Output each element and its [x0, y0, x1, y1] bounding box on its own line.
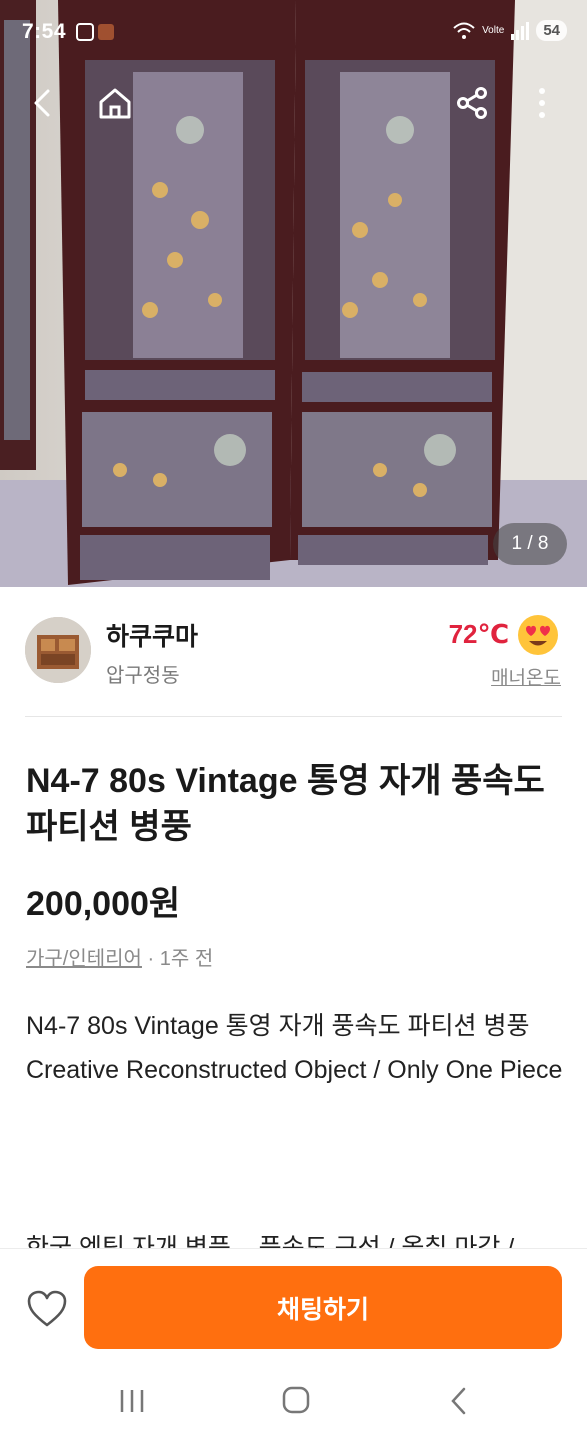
home-button[interactable] — [92, 80, 138, 126]
heart-eyes-emoji-icon — [518, 615, 558, 655]
home-nav-icon[interactable] — [276, 1384, 316, 1418]
category-link[interactable]: 가구/인테리어 — [26, 948, 142, 970]
status-right: Volte 54 — [452, 20, 567, 41]
heart-icon — [27, 1290, 67, 1327]
avatar[interactable] — [25, 617, 91, 683]
bottom-action-bar: 채팅하기 — [0, 1248, 587, 1360]
folding-screen-image — [0, 0, 587, 587]
description-line: Creative Reconstructed Object / Only One… — [26, 1056, 563, 1084]
image-counter: 1 / 8 — [493, 523, 567, 565]
recents-icon[interactable] — [112, 1384, 152, 1418]
time-ago: · 1주 전 — [147, 948, 214, 970]
system-navigation-bar — [0, 1360, 587, 1440]
manner-temperature-label[interactable]: 매너온도 — [491, 663, 561, 690]
status-time: 7:54 — [22, 20, 67, 43]
description-line-truncated: 한국 엔틱 자개 병풍 – 풍속도 구성 / 옻칠 마감 / — [26, 1234, 515, 1248]
battery-indicator: 54 — [536, 20, 567, 41]
seller-location: 압구정동 — [106, 665, 180, 687]
avatar-image — [25, 617, 91, 683]
seller-name[interactable]: 하쿠쿠마 — [106, 617, 198, 653]
description-line: N4-7 80s Vintage 통영 자개 풍속도 파티션 병풍 — [26, 1012, 530, 1040]
manner-temperature: 72℃ — [448, 619, 509, 649]
product-description: N4-7 80s Vintage 통영 자개 풍속도 파티션 병풍 Creati… — [26, 1004, 566, 1092]
share-icon — [457, 87, 487, 119]
home-icon — [99, 88, 131, 119]
chat-button[interactable]: 채팅하기 — [84, 1266, 562, 1349]
product-meta: 가구/인테리어 · 1주 전 — [26, 942, 213, 971]
notification-icons — [76, 23, 114, 41]
back-icon — [34, 89, 50, 117]
status-bar: 7:54 Volte 54 — [0, 0, 587, 64]
signal-icon — [511, 21, 530, 40]
back-nav-icon[interactable] — [440, 1384, 480, 1418]
seller-profile[interactable]: 하쿠쿠마 압구정동 72℃ 매너온도 — [0, 587, 587, 717]
network-label: Volte — [482, 25, 505, 36]
like-button[interactable] — [26, 1289, 68, 1329]
more-icon — [539, 88, 545, 118]
back-button[interactable] — [20, 80, 66, 126]
product-title: N4-7 80s Vintage 통영 자개 풍속도 파티션 병풍 — [26, 762, 545, 846]
wifi-icon — [453, 22, 475, 39]
divider — [25, 716, 562, 717]
more-button[interactable] — [519, 80, 565, 126]
product-price: 200,000원 — [26, 885, 181, 923]
share-button[interactable] — [449, 80, 495, 126]
product-photo[interactable]: 7:54 Volte 54 1 / 8 — [0, 0, 587, 587]
